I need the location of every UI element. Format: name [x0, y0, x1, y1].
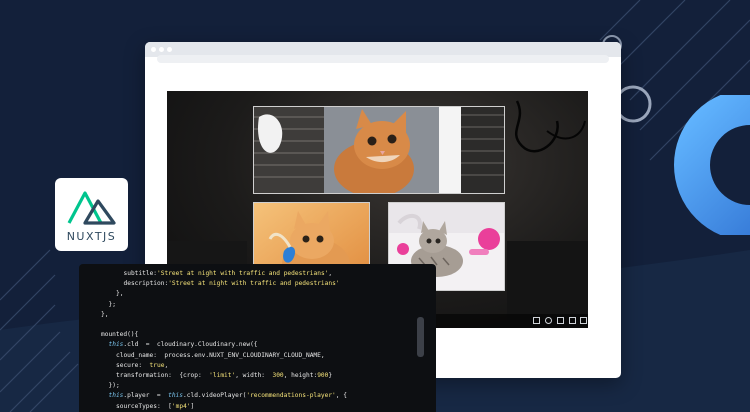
blue-ring-graphic — [674, 95, 750, 235]
code-token: , — [164, 361, 169, 369]
code-token: true — [149, 361, 165, 369]
code-token: sourceTypes: [ — [116, 402, 172, 410]
code-line: }; — [109, 299, 116, 310]
code-line: description:'Street at night with traffi… — [124, 278, 340, 289]
code-line: sourceTypes: ['mp4'] — [116, 401, 194, 412]
code-token: 'Street at night with traffic and pedest… — [168, 280, 340, 288]
editor-scrollbar[interactable] — [417, 317, 424, 357]
code-token: }; — [108, 300, 116, 308]
code-token: subtitle: — [123, 270, 158, 277]
code-token: 'Street at night with traffic and pedest… — [157, 270, 329, 277]
code-token: }, — [101, 310, 109, 318]
code-token: .player = — [123, 392, 169, 400]
address-bar[interactable] — [157, 55, 609, 63]
nuxt-logo-text: NUXTJS — [66, 230, 117, 243]
fullscreen-icon[interactable] — [580, 317, 587, 324]
code-line: }, — [101, 309, 108, 320]
code-token: .cld.videoPlayer( — [183, 392, 247, 400]
code-token: 'limit' — [209, 372, 236, 379]
code-token: , width: — [235, 372, 273, 379]
code-token: 'recommendations-player' — [246, 392, 336, 400]
thumbnail-kitten-looking-up[interactable] — [253, 106, 505, 194]
nuxt-mountain-icon — [67, 191, 116, 225]
pip-icon[interactable] — [569, 317, 576, 324]
nuxt-logo-card: NUXTJS — [55, 178, 128, 251]
code-token: this — [108, 341, 124, 349]
code-line: transformation: {crop: 'limit', width: 3… — [116, 370, 332, 381]
code-token: 900 — [317, 372, 329, 379]
code-token: this — [168, 392, 184, 400]
code-token: , — [328, 270, 333, 277]
code-token: ] — [190, 402, 195, 410]
code-line: }, — [116, 288, 123, 299]
captions-icon[interactable] — [557, 317, 564, 324]
code-token: this — [108, 392, 124, 400]
code-editor[interactable]: subtitle:'Street at night with traffic a… — [79, 264, 436, 412]
code-token: } — [328, 372, 333, 379]
kitten-image — [254, 107, 504, 193]
code-token: cloud_name: process.env.NUXT_ENV_CLOUDIN… — [116, 351, 325, 359]
window-dot-icon[interactable] — [159, 47, 164, 52]
code-token: mounted(){ — [101, 331, 139, 339]
window-dot-icon[interactable] — [167, 47, 172, 52]
code-token: .cld = cloudinary.Cloudinary.new({ — [123, 341, 258, 349]
settings-icon[interactable] — [545, 317, 552, 324]
code-token: }, — [116, 290, 124, 298]
code-token: }); — [108, 382, 120, 390]
code-token: 'mp4' — [171, 402, 191, 410]
window-dot-icon[interactable] — [151, 47, 156, 52]
code-token: description: — [123, 280, 169, 288]
code-token: , height: — [283, 372, 318, 379]
code-token: secure: — [116, 361, 150, 369]
code-token: transformation: {crop: — [116, 372, 210, 379]
code-token: , { — [335, 392, 347, 400]
volume-icon[interactable] — [533, 317, 540, 324]
code-token: 300 — [272, 372, 284, 379]
